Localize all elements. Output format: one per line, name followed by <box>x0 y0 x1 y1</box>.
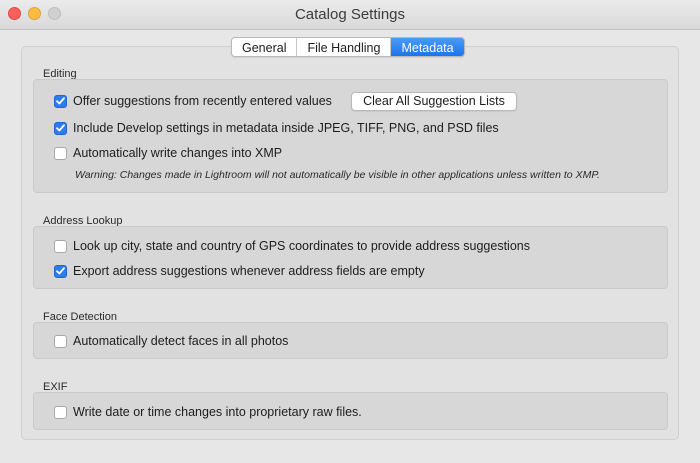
write-date-row: Write date or time changes into propriet… <box>54 404 362 420</box>
clear-suggestion-lists-button[interactable]: Clear All Suggestion Lists <box>351 92 517 111</box>
xmp-warning-text: Warning: Changes made in Lightroom will … <box>75 169 600 181</box>
tab-metadata[interactable]: Metadata <box>391 38 464 56</box>
tab-file-handling[interactable]: File Handling <box>297 38 392 56</box>
window-title: Catalog Settings <box>294 6 406 23</box>
editing-group: Offer suggestions from recently entered … <box>33 79 668 193</box>
export-suggestions-label: Export address suggestions whenever addr… <box>73 264 425 278</box>
export-suggestions-row: Export address suggestions whenever addr… <box>54 263 425 279</box>
checkmark-icon <box>56 124 65 132</box>
lookup-gps-label: Look up city, state and country of GPS c… <box>73 239 530 253</box>
offer-suggestions-row: Offer suggestions from recently entered … <box>54 93 332 109</box>
export-suggestions-checkbox[interactable] <box>54 264 67 278</box>
lookup-gps-row: Look up city, state and country of GPS c… <box>54 238 530 254</box>
write-date-checkbox[interactable] <box>54 405 67 419</box>
auto-write-xmp-checkbox[interactable] <box>54 146 67 160</box>
title-bar: Catalog Settings <box>0 0 700 30</box>
auto-detect-faces-checkbox[interactable] <box>54 334 67 348</box>
auto-write-xmp-label: Automatically write changes into XMP <box>73 146 283 160</box>
write-date-label: Write date or time changes into propriet… <box>73 405 362 419</box>
offer-suggestions-checkbox[interactable] <box>54 94 67 108</box>
auto-detect-faces-label: Automatically detect faces in all photos <box>73 334 289 348</box>
face-detection-group: Automatically detect faces in all photos <box>33 322 668 359</box>
include-develop-label: Include Develop settings in metadata ins… <box>73 121 499 135</box>
lookup-gps-checkbox[interactable] <box>54 239 67 253</box>
auto-write-xmp-row: Automatically write changes into XMP <box>54 145 282 161</box>
offer-suggestions-label: Offer suggestions from recently entered … <box>73 94 332 108</box>
checkmark-icon <box>56 267 65 275</box>
checkmark-icon <box>56 97 65 105</box>
include-develop-checkbox[interactable] <box>54 121 67 135</box>
auto-detect-faces-row: Automatically detect faces in all photos <box>54 333 288 349</box>
exif-group: Write date or time changes into propriet… <box>33 392 668 430</box>
tab-general[interactable]: General <box>232 38 298 56</box>
address-lookup-group: Look up city, state and country of GPS c… <box>33 226 668 289</box>
include-develop-row: Include Develop settings in metadata ins… <box>54 120 499 136</box>
tab-bar: General File Handling Metadata <box>231 37 465 57</box>
